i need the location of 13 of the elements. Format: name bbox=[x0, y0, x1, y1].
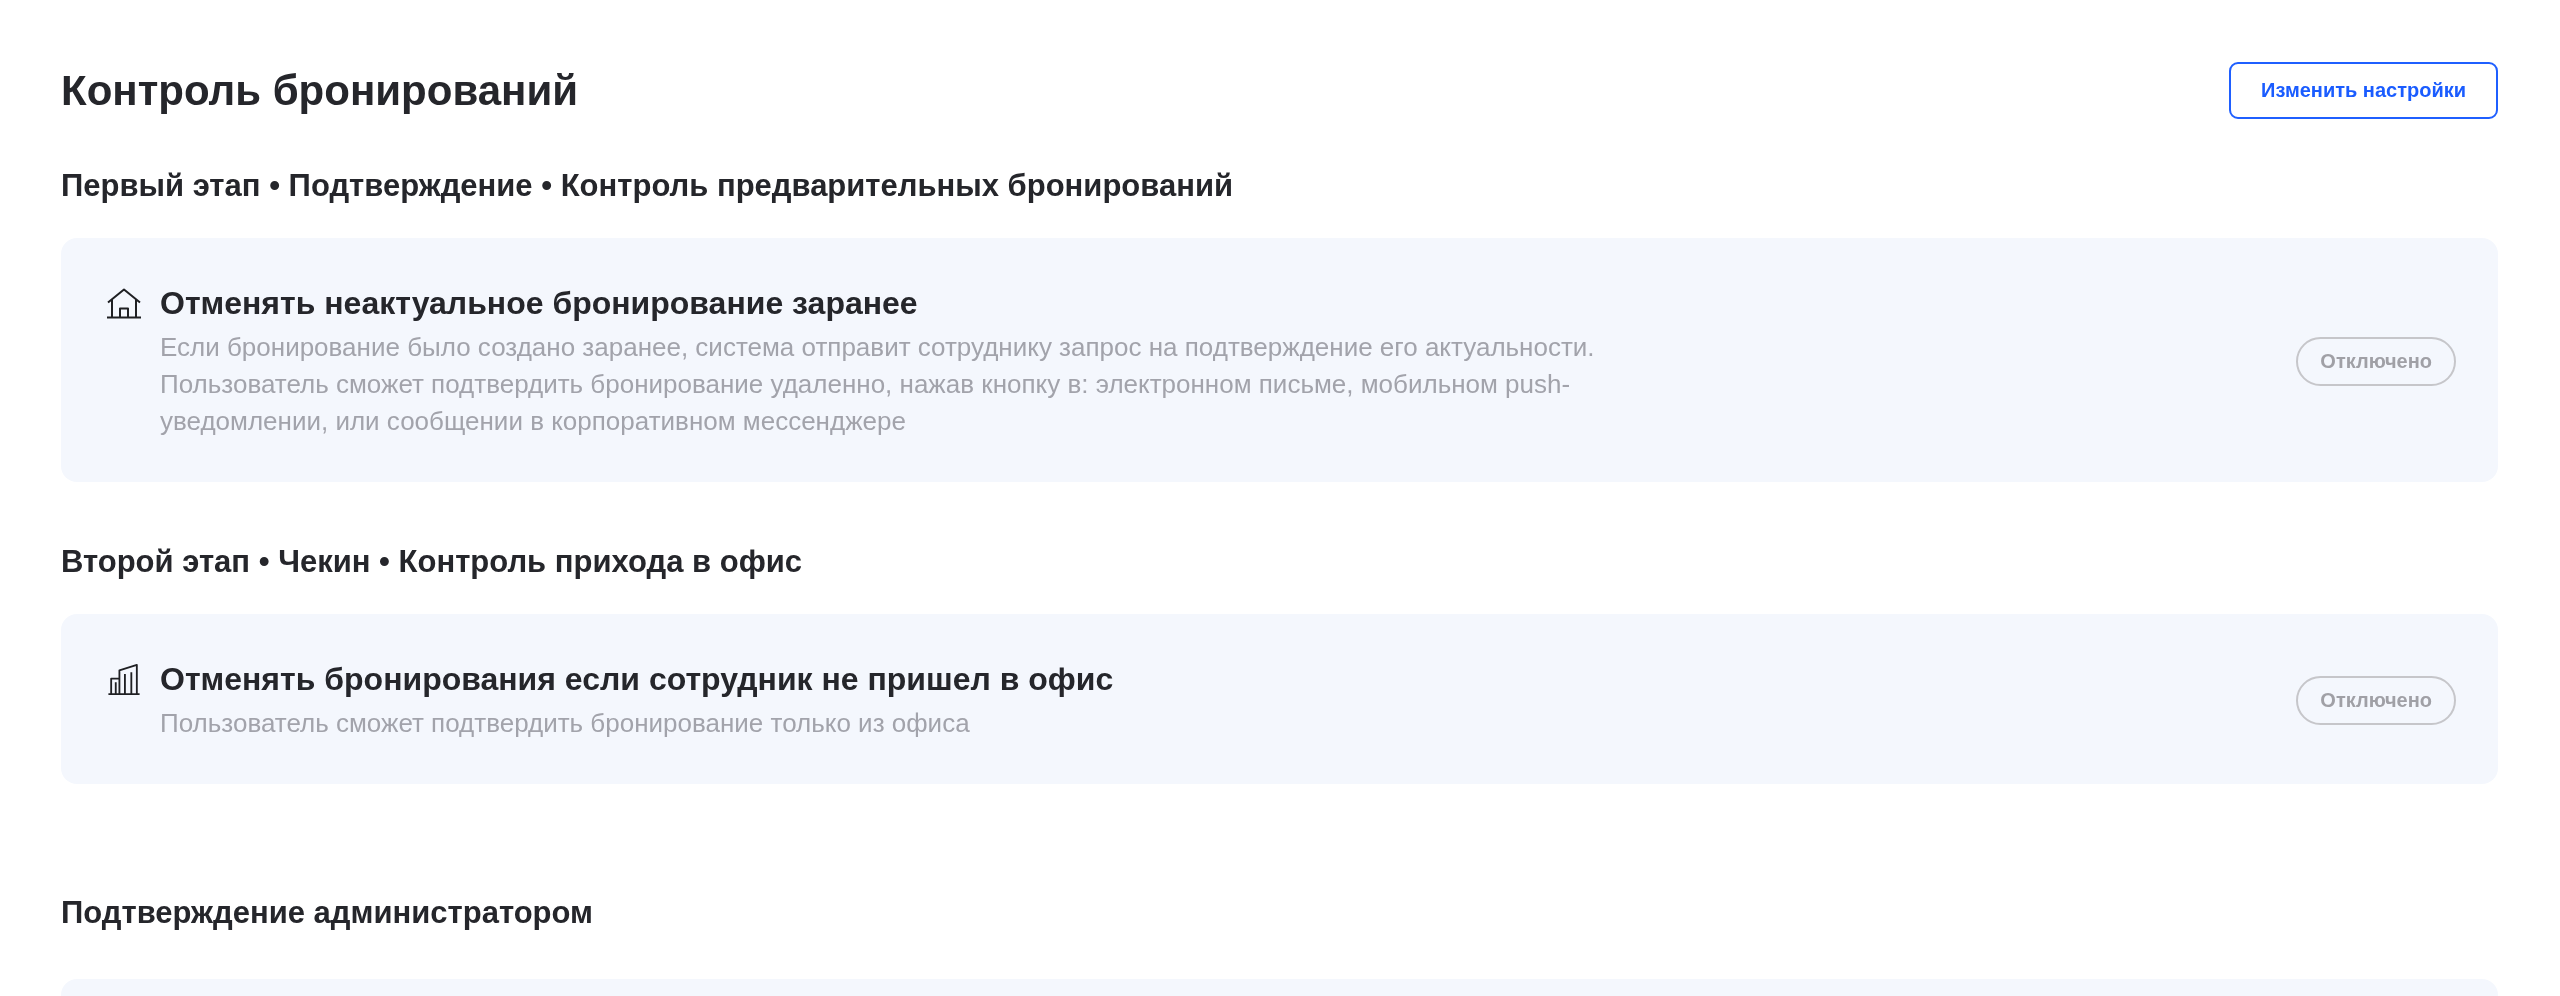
section-heading: Подтверждение администратором bbox=[61, 895, 594, 931]
house-icon bbox=[106, 286, 142, 320]
setting-title: Отменять бронирования если сотрудник не пришел в офис bbox=[160, 660, 1114, 699]
status-badge: Отключено bbox=[2296, 337, 2456, 386]
section-heading: Второй этап • Чекин • Контроль прихода в офис bbox=[61, 544, 804, 580]
setting-description: Пользователь сможет подтвердить бронирование только из офиса bbox=[160, 707, 971, 740]
status-badge: Отключено bbox=[2296, 676, 2456, 725]
setting-title: Отменять неактуальное бронирование заранее bbox=[160, 284, 919, 323]
settings-button[interactable]: Изменить настройки bbox=[2229, 62, 2498, 119]
setting-description: Если бронирование было создано заранее, система отправит сотруднику запрос на подтверждение его актуальности. Пользователь сможет подтвердить бронирование удаленно, нажав кнопку в: электронном письме, мобильном push-уведомлении, или сообщении в корпоративном мессенджере bbox=[160, 331, 1596, 438]
section-heading: Первый этап • Подтверждение • Контроль предварительных бронирований bbox=[61, 168, 1234, 204]
office-building-icon bbox=[106, 662, 142, 696]
page-title: Контроль бронирований bbox=[61, 65, 579, 116]
